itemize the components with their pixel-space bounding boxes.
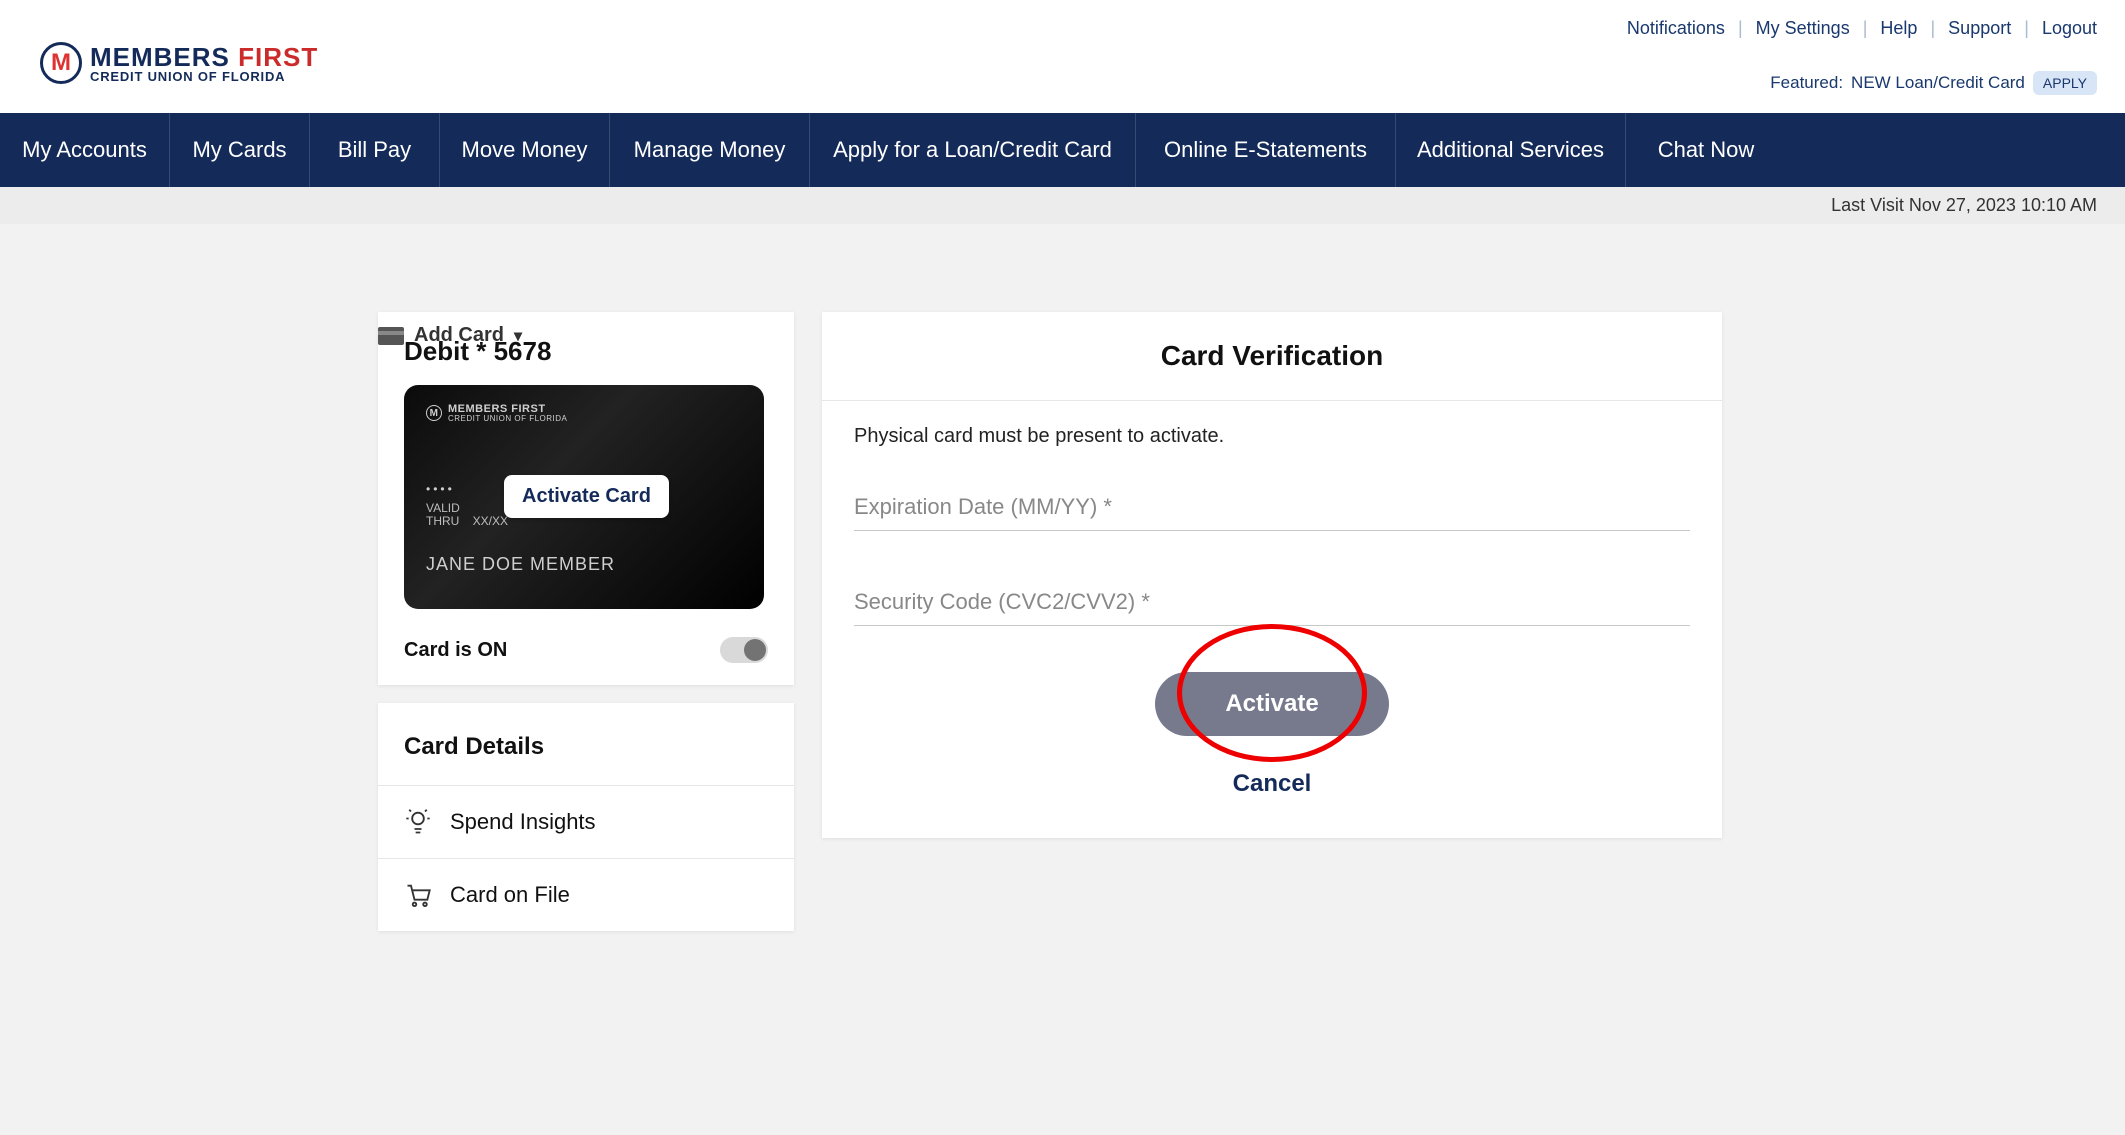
toggle-knob bbox=[744, 639, 766, 661]
card-details-box: Card Details Spend Insights Card on File bbox=[378, 703, 794, 931]
last-visit-bar: Last Visit Nov 27, 2023 10:10 AM bbox=[0, 187, 2125, 224]
nav-additional-services[interactable]: Additional Services bbox=[1396, 113, 1626, 187]
card-details-title: Card Details bbox=[378, 703, 794, 786]
add-card-label: Add Card bbox=[414, 324, 504, 347]
lightbulb-icon bbox=[404, 808, 432, 836]
separator: | bbox=[2024, 18, 2029, 38]
link-notifications[interactable]: Notifications bbox=[1627, 18, 1725, 38]
expiration-date-input[interactable] bbox=[854, 482, 1690, 531]
link-help[interactable]: Help bbox=[1880, 18, 1917, 38]
left-column: Debit * 5678 M MEMBERS FIRST CREDIT UNIO… bbox=[378, 312, 794, 931]
activate-button[interactable]: Activate bbox=[1155, 672, 1388, 736]
card-verification-panel: Card Verification Physical card must be … bbox=[822, 312, 1722, 838]
card-icon bbox=[378, 327, 404, 345]
detail-label: Card on File bbox=[450, 882, 570, 908]
main-content: Debit * 5678 M MEMBERS FIRST CREDIT UNIO… bbox=[0, 224, 2125, 931]
nav-bill-pay[interactable]: Bill Pay bbox=[310, 113, 440, 187]
card-summary-box: Debit * 5678 M MEMBERS FIRST CREDIT UNIO… bbox=[378, 312, 794, 685]
nav-my-cards[interactable]: My Cards bbox=[170, 113, 310, 187]
main-nav: My Accounts My Cards Bill Pay Move Money… bbox=[0, 113, 2125, 187]
cancel-link[interactable]: Cancel bbox=[854, 770, 1690, 798]
nav-estatements[interactable]: Online E-Statements bbox=[1136, 113, 1396, 187]
card-status-label: Card is ON bbox=[404, 639, 507, 662]
header: M MEMBERS FIRST CREDIT UNION OF FLORIDA … bbox=[0, 0, 2125, 113]
logo-line2: CREDIT UNION OF FLORIDA bbox=[90, 70, 318, 83]
cart-icon bbox=[404, 881, 432, 909]
featured-row: Featured: NEW Loan/Credit Card APPLY bbox=[1627, 71, 2097, 95]
logo[interactable]: M MEMBERS FIRST CREDIT UNION OF FLORIDA bbox=[40, 14, 318, 84]
credit-card-visual: M MEMBERS FIRST CREDIT UNION OF FLORIDA … bbox=[404, 385, 764, 609]
verification-note: Physical card must be present to activat… bbox=[854, 425, 1690, 448]
nav-chat-now[interactable]: Chat Now bbox=[1626, 113, 1786, 187]
link-support[interactable]: Support bbox=[1948, 18, 2011, 38]
nav-my-accounts[interactable]: My Accounts bbox=[0, 113, 170, 187]
cc-exp-mask: XX/XX bbox=[473, 514, 508, 528]
nav-apply-loan[interactable]: Apply for a Loan/Credit Card bbox=[810, 113, 1136, 187]
detail-label: Spend Insights bbox=[450, 809, 596, 835]
cc-cardholder-name: JANE DOE MEMBER bbox=[426, 554, 742, 575]
cc-brand-l2: CREDIT UNION OF FLORIDA bbox=[448, 415, 567, 424]
chevron-down-icon: ▾ bbox=[514, 326, 522, 346]
card-on-toggle[interactable] bbox=[720, 637, 768, 663]
detail-card-on-file[interactable]: Card on File bbox=[378, 859, 794, 931]
top-links: Notifications | My Settings | Help | Sup… bbox=[1627, 18, 2097, 39]
logo-text: MEMBERS FIRST CREDIT UNION OF FLORIDA bbox=[90, 44, 318, 83]
verification-title: Card Verification bbox=[822, 312, 1722, 401]
logo-badge-icon: M bbox=[40, 42, 82, 84]
security-code-input[interactable] bbox=[854, 577, 1690, 626]
separator: | bbox=[1930, 18, 1935, 38]
header-right: Notifications | My Settings | Help | Sup… bbox=[1627, 14, 2097, 95]
separator: | bbox=[1738, 18, 1743, 38]
nav-manage-money[interactable]: Manage Money bbox=[610, 113, 810, 187]
activate-button-row: Activate bbox=[854, 672, 1690, 736]
detail-spend-insights[interactable]: Spend Insights bbox=[378, 786, 794, 859]
link-my-settings[interactable]: My Settings bbox=[1756, 18, 1850, 38]
nav-move-money[interactable]: Move Money bbox=[440, 113, 610, 187]
cc-logo-icon: M bbox=[426, 405, 442, 421]
logo-line1-a: MEMBERS bbox=[90, 42, 238, 72]
cc-brand: M MEMBERS FIRST CREDIT UNION OF FLORIDA bbox=[426, 403, 742, 424]
activate-card-badge[interactable]: Activate Card bbox=[504, 475, 669, 518]
add-card-dropdown[interactable]: Add Card ▾ bbox=[378, 324, 522, 347]
featured-text: NEW Loan/Credit Card bbox=[1851, 73, 2025, 93]
link-logout[interactable]: Logout bbox=[2042, 18, 2097, 38]
separator: | bbox=[1863, 18, 1868, 38]
apply-button[interactable]: APPLY bbox=[2033, 71, 2097, 95]
featured-label: Featured: bbox=[1770, 73, 1843, 93]
logo-line1-b: FIRST bbox=[238, 42, 318, 72]
card-status-row: Card is ON bbox=[404, 637, 768, 663]
